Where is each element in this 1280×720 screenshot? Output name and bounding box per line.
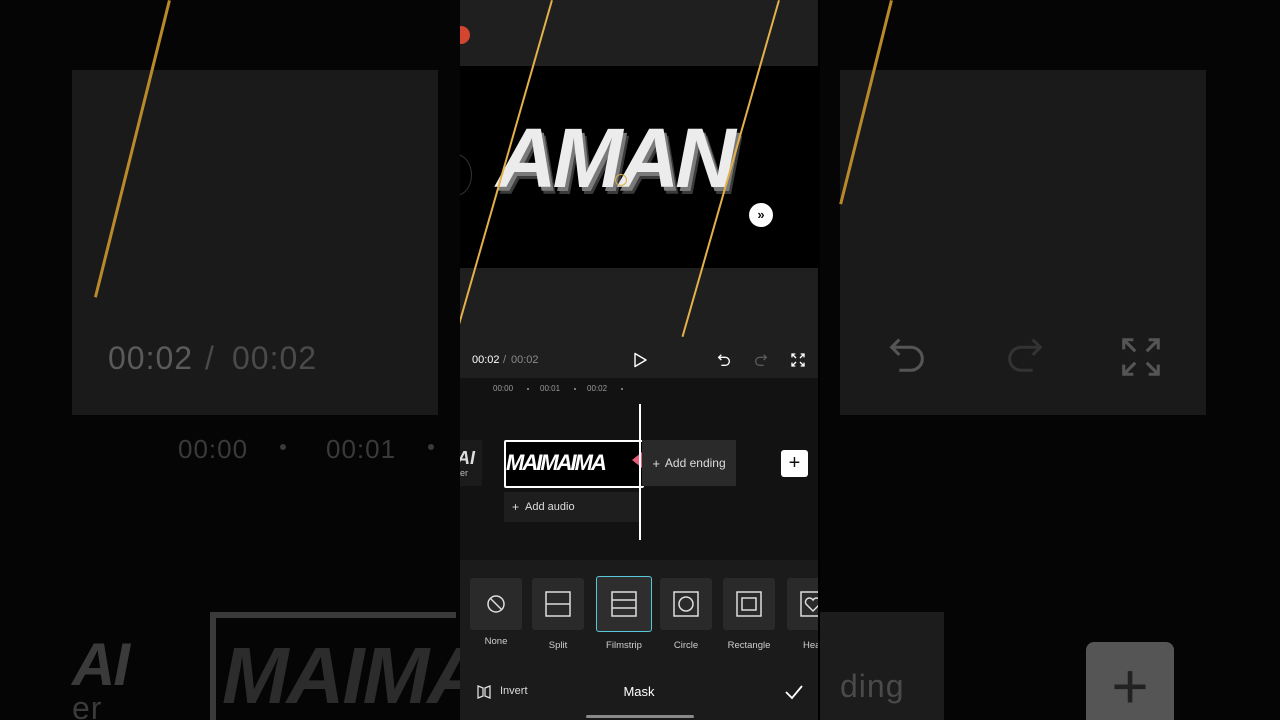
mask-option-box xyxy=(723,578,775,630)
background-ruler-dot xyxy=(428,444,434,450)
mask-option-label: Hea xyxy=(803,640,818,651)
ruler-label: 00:02 xyxy=(587,384,608,393)
add-ending-button[interactable]: + Add ending xyxy=(642,440,736,486)
background-ruler-0: 00:00 xyxy=(178,434,249,464)
ruler-dot xyxy=(621,388,623,390)
timeline[interactable]: 00:00 00:01 00:02 AI er MAIMAIMA + Add e… xyxy=(460,378,818,560)
playhead[interactable] xyxy=(639,404,641,540)
mask-panel: None Split Filmstrip Circle Rectangle He… xyxy=(460,560,818,720)
background-redo-icon xyxy=(1002,330,1048,387)
none-icon xyxy=(487,595,505,613)
background-time-current: 00:02 xyxy=(108,340,194,376)
play-button[interactable] xyxy=(629,349,651,371)
preview-ring xyxy=(460,154,472,196)
checkmark-icon xyxy=(785,685,803,700)
add-clip-button[interactable]: + xyxy=(781,450,808,477)
plus-icon: + xyxy=(652,455,660,471)
mask-option-none[interactable]: None xyxy=(470,578,526,647)
mask-option-label: None xyxy=(484,636,508,647)
ruler-label: 00:01 xyxy=(540,384,561,393)
background-fullscreen-icon xyxy=(1118,334,1164,391)
ruler-label: 00:00 xyxy=(493,384,514,393)
circle-icon xyxy=(673,591,699,617)
background-time-total: 00:02 xyxy=(232,340,318,376)
background-left: 00:02 / 00:02 00:00 00:01 MAIMA AI er xyxy=(0,0,460,720)
preview-title-text: AMAN xyxy=(496,111,736,205)
editor-screen: AMAN » 00:02 / 00:02 00:00 00:01 00:02 A… xyxy=(460,0,818,720)
mask-option-circle[interactable]: Circle xyxy=(660,578,716,651)
plus-icon: + xyxy=(512,500,520,514)
mask-option-filmstrip[interactable]: Filmstrip xyxy=(596,576,652,651)
play-icon xyxy=(634,352,647,368)
ruler-dot xyxy=(527,388,529,390)
top-area xyxy=(460,0,818,66)
mask-option-box xyxy=(787,578,818,630)
invert-label[interactable]: Invert xyxy=(500,685,528,697)
invert-icon xyxy=(477,685,491,699)
cover-text: AI xyxy=(460,448,475,468)
mask-option-box xyxy=(660,578,712,630)
redo-button[interactable] xyxy=(750,349,772,371)
add-ending-label: Add ending xyxy=(664,456,726,470)
confirm-button[interactable] xyxy=(784,682,804,707)
mask-option-split[interactable]: Split xyxy=(532,578,588,651)
ruler-dot xyxy=(574,388,576,390)
add-audio-label: Add audio xyxy=(525,501,575,513)
background-cover-sub: er xyxy=(72,690,103,720)
background-undo-icon xyxy=(884,330,930,387)
keyframe-button[interactable]: » xyxy=(749,203,773,227)
video-preview[interactable]: AMAN » xyxy=(460,66,818,268)
undo-icon xyxy=(717,354,730,366)
mask-option-label: Split xyxy=(548,640,568,651)
background-clip-text: MAIMA xyxy=(222,631,460,720)
video-clip[interactable]: MAIMAIMA xyxy=(504,440,644,488)
transport-bar: 00:02 / 00:02 xyxy=(460,344,818,376)
undo-button[interactable] xyxy=(713,349,735,371)
rectangle-icon xyxy=(736,591,762,617)
fullscreen-icon xyxy=(791,353,805,367)
heart-icon xyxy=(800,591,818,617)
mask-option-label: Rectangle xyxy=(727,640,771,651)
background-right: ding + xyxy=(820,0,1280,720)
focus-dot xyxy=(615,174,627,186)
mask-option-box xyxy=(470,578,522,630)
clip-thumbnail-text: MAIMAIMA xyxy=(506,450,607,475)
background-cover-text: AI xyxy=(72,631,130,698)
mask-option-heart[interactable]: Hea xyxy=(787,578,818,651)
background-ending-text: ding xyxy=(840,668,905,704)
mask-option-label: Filmstrip xyxy=(606,640,642,651)
cover-sub-text: er xyxy=(460,468,469,478)
add-audio-button[interactable]: + Add audio xyxy=(504,492,640,522)
filmstrip-icon xyxy=(611,591,637,617)
background-ruler-dot xyxy=(280,444,286,450)
background-plus-icon: + xyxy=(1086,642,1174,720)
mask-option-box xyxy=(532,578,584,630)
invert-button[interactable] xyxy=(476,684,492,705)
redo-icon xyxy=(755,354,768,366)
cover-thumbnail[interactable]: AI er xyxy=(460,440,482,486)
background-ruler-1: 00:01 xyxy=(326,434,397,464)
mask-option-rectangle[interactable]: Rectangle xyxy=(723,578,779,651)
current-time: 00:02 xyxy=(472,354,500,366)
split-icon xyxy=(545,591,571,617)
record-dot xyxy=(460,26,470,44)
mask-bottom-bar: Invert Mask xyxy=(460,670,818,720)
mask-option-box xyxy=(596,576,652,632)
home-indicator xyxy=(586,715,694,718)
total-time: 00:02 xyxy=(511,354,539,366)
time-separator: / xyxy=(503,354,507,366)
background-time-separator: / xyxy=(205,340,215,376)
mask-option-label: Circle xyxy=(673,640,699,651)
fullscreen-button[interactable] xyxy=(787,349,809,371)
